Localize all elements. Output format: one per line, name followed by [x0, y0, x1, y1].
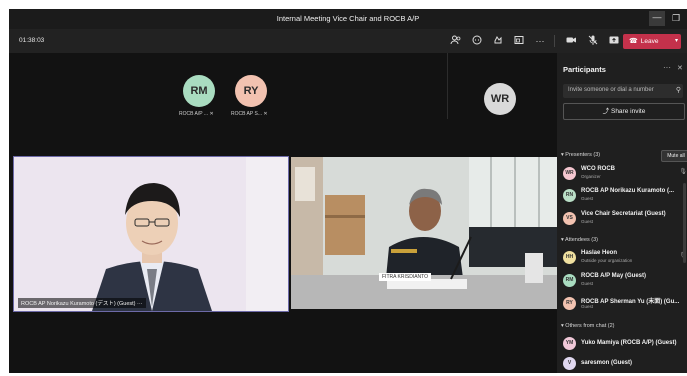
participant-row[interactable]: RN ROCB AP Norikazu Kuramoto (... Guest — [563, 188, 687, 206]
leave-button[interactable]: ☎ Leave ▾ — [623, 34, 681, 49]
more-icon[interactable]: ··· — [663, 63, 671, 72]
participant-name: ROCB AP Norikazu Kuramoto (... — [581, 188, 675, 194]
participant-role: Guest — [581, 219, 594, 224]
attendees-header-label: Attendees (3) — [565, 237, 599, 243]
presenters-header[interactable]: ▾ Presenters (3) — [561, 152, 600, 158]
camera-icon[interactable] — [564, 34, 578, 48]
window-title: Internal Meeting Vice Chair and ROCB A/P — [276, 14, 420, 23]
video-tile-name: ROCB AP Norikazu Kuramoto (デスト) (Guest) … — [18, 298, 146, 308]
video-feed-image — [14, 157, 288, 311]
reactions-icon[interactable] — [491, 34, 505, 48]
attendees-header[interactable]: ▾ Attendees (3) — [561, 237, 598, 243]
video-name-plate: FITRA KRISDIANTO — [379, 273, 432, 281]
stage-divider — [447, 53, 448, 119]
avatar[interactable]: RM — [183, 75, 215, 107]
participant-name: saresmon (Guest) — [581, 360, 633, 366]
avatar[interactable]: RY — [235, 75, 267, 107]
meeting-toolbar: 01:38:03 ··· ☎ Leave ▾ — [9, 29, 687, 53]
mic-off-icon: ✕ — [209, 111, 214, 117]
participant-row[interactable]: WR WCO ROCB Organizer 🎙 — [563, 166, 687, 184]
meeting-timer: 01:38:03 — [19, 37, 45, 44]
avatar: V — [563, 357, 576, 370]
teams-window: Internal Meeting Vice Chair and ROCB A/P… — [9, 9, 687, 373]
participant-row[interactable]: RY ROCB AP Sherman Yu (末面) (Gu... Guest — [563, 296, 687, 314]
search-icon[interactable]: ⚲ — [676, 86, 681, 94]
leave-label: Leave — [640, 38, 659, 45]
participant-name: ROCB A/P May (Guest) — [581, 273, 647, 279]
avatar: HH — [563, 251, 576, 264]
panel-scrollbar[interactable] — [683, 183, 686, 263]
participant-role: Guest — [581, 304, 594, 309]
avatar: WR — [563, 167, 576, 180]
participant-name: Yuko Mamiya (ROCB A/P) (Guest) — [581, 340, 677, 346]
participants-icon[interactable] — [449, 34, 463, 48]
participant-role: Organizer — [581, 174, 601, 179]
phone-hangup-icon: ☎ — [629, 38, 638, 45]
presenters-header-label: Presenters (3) — [565, 152, 601, 158]
avatar: RN — [563, 189, 576, 202]
panel-title: Participants — [563, 65, 606, 74]
title-bar: Internal Meeting Vice Chair and ROCB A/P… — [9, 9, 687, 29]
chevron-down-icon[interactable]: ▾ — [675, 34, 678, 49]
participant-role: Guest — [581, 281, 594, 286]
avatar: RY — [563, 297, 576, 310]
toolbar-divider — [554, 35, 555, 47]
avatar: YM — [563, 337, 576, 350]
share-icon[interactable] — [607, 34, 621, 48]
chat-icon[interactable] — [470, 34, 484, 48]
avatar-label: ROCB AP S... ✕ — [231, 111, 268, 117]
video-tile-fitra[interactable]: FITRA KRISDIANTO — [291, 157, 557, 309]
participant-name: WCO ROCB — [581, 166, 615, 172]
avatar-name: ROCB AP S... — [231, 111, 263, 117]
share-invite-button[interactable]: ⤴ Share invite — [563, 103, 685, 120]
invite-placeholder: Invite someone or dial a number — [568, 87, 654, 93]
mic-off-icon[interactable] — [586, 34, 600, 48]
participant-role: Guest — [581, 196, 594, 201]
participant-row[interactable]: HH Haslae Heon Outside your organization… — [563, 250, 687, 268]
avatar[interactable]: WR — [484, 83, 516, 115]
share-invite-label: Share invite — [610, 108, 646, 115]
participant-row[interactable]: V saresmon (Guest) — [563, 356, 687, 373]
participant-row[interactable]: VS Vice Chair Secretariat (Guest) Guest — [563, 211, 687, 229]
mute-all-button[interactable]: Mute all — [661, 150, 687, 162]
participant-name: Haslae Heon — [581, 250, 618, 256]
participant-name: ROCB AP Sherman Yu (末面) (Gu... — [581, 299, 680, 305]
video-feed-image — [291, 157, 557, 309]
meeting-stage: RM ROCB A/P ... ✕ RY ROCB AP S... ✕ WR R… — [9, 53, 557, 373]
avatar: VS — [563, 212, 576, 225]
avatar-name: ROCB A/P ... — [179, 111, 209, 117]
video-tile-kuramoto[interactable]: ROCB AP Norikazu Kuramoto (デスト) (Guest) … — [13, 156, 289, 312]
participant-row[interactable]: RM ROCB A/P May (Guest) Guest — [563, 273, 687, 291]
more-icon[interactable]: ··· — [533, 34, 547, 48]
share-icon: ⤴ — [602, 108, 610, 115]
participants-panel: Participants ··· ✕ Invite someone or dia… — [557, 53, 687, 373]
avatar: RM — [563, 274, 576, 287]
maximize-icon[interactable]: ❐ — [668, 11, 684, 26]
participant-row[interactable]: YM Yuko Mamiya (ROCB A/P) (Guest) — [563, 336, 687, 354]
participant-name: Vice Chair Secretariat (Guest) — [581, 211, 666, 217]
avatar-label: ROCB A/P ... ✕ — [179, 111, 214, 117]
participant-role: Outside your organization — [581, 258, 633, 263]
rooms-icon[interactable] — [512, 34, 526, 48]
invite-input[interactable]: Invite someone or dial a number ⚲ — [563, 84, 683, 98]
minimize-icon[interactable]: — — [649, 11, 665, 26]
others-header-label: Others from chat (2) — [565, 323, 615, 329]
close-icon[interactable]: ✕ — [677, 64, 683, 72]
mic-off-icon: ✕ — [263, 111, 268, 117]
others-header[interactable]: ▾ Others from chat (2) — [561, 323, 615, 329]
mic-icon: 🎙 — [679, 169, 687, 175]
